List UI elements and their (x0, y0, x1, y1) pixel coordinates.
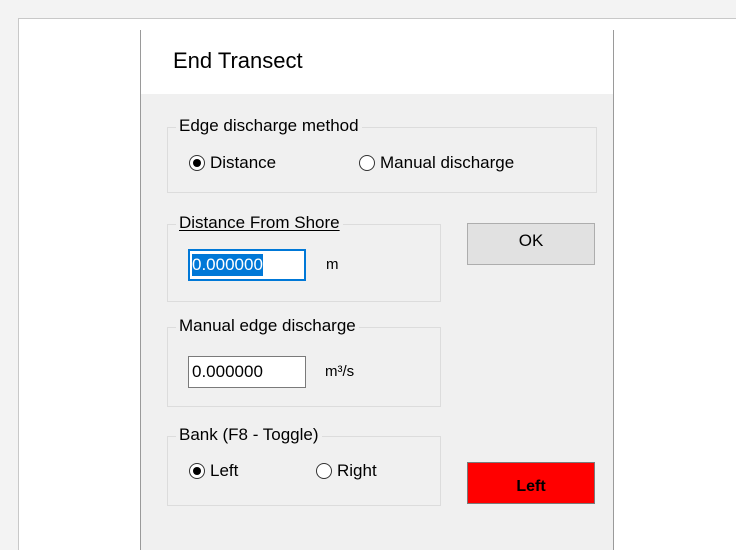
radio-unselected-icon (316, 463, 332, 479)
end-transect-dialog: End Transect Edge discharge method Dista… (140, 30, 614, 550)
radio-manual-discharge-label: Manual discharge (380, 153, 515, 172)
dialog-title: End Transect (173, 48, 303, 73)
manual-discharge-value: 0.000000 (192, 362, 263, 381)
radio-right[interactable]: Right (316, 461, 377, 481)
radio-selected-icon (189, 463, 205, 479)
radio-manual-discharge[interactable]: Manual discharge (359, 153, 514, 173)
distance-unit: m (326, 256, 339, 273)
edge-method-group: Edge discharge method Distance Manual di… (167, 116, 597, 193)
distance-input[interactable]: 0.000000 (188, 249, 306, 281)
bank-toggle-button[interactable]: Left (467, 462, 595, 504)
manual-discharge-group: Manual edge discharge 0.000000 m³/s (167, 316, 441, 407)
title-bar: End Transect (141, 30, 613, 94)
radio-right-label: Right (337, 461, 377, 480)
ok-button[interactable]: OK (467, 223, 595, 265)
distance-label: Distance From Shore (176, 213, 343, 233)
radio-left[interactable]: Left (189, 461, 238, 481)
bank-label: Bank (F8 - Toggle) (176, 425, 322, 445)
radio-unselected-icon (359, 155, 375, 171)
radio-distance-label: Distance (210, 153, 277, 172)
distance-value: 0.000000 (192, 254, 263, 276)
manual-discharge-label: Manual edge discharge (176, 316, 359, 336)
distance-group: Distance From Shore 0.000000 m (167, 213, 441, 302)
manual-discharge-input[interactable]: 0.000000 (188, 356, 306, 388)
bank-group: Bank (F8 - Toggle) Left Right (167, 425, 441, 506)
radio-selected-icon (189, 155, 205, 171)
edge-method-label: Edge discharge method (176, 116, 362, 136)
radio-distance[interactable]: Distance (189, 153, 276, 173)
radio-left-label: Left (210, 461, 239, 480)
manual-discharge-unit: m³/s (325, 363, 355, 380)
